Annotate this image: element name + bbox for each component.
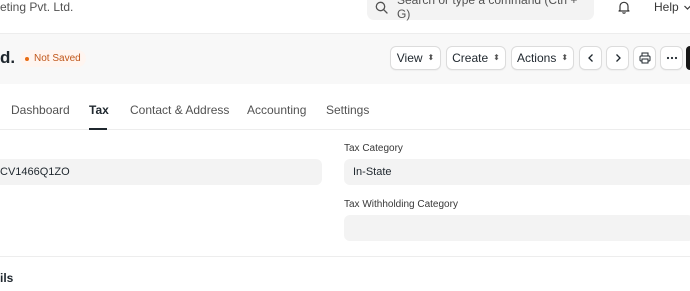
chevron-left-icon xyxy=(587,54,593,62)
next-document-button[interactable] xyxy=(606,46,629,70)
breadcrumb[interactable]: eting Pvt. Ltd. xyxy=(0,0,73,14)
bell-icon xyxy=(618,1,630,14)
sort-caret-icon: ⬍ xyxy=(427,53,435,62)
status-label: Not Saved xyxy=(34,53,81,64)
top-navbar: eting Pvt. Ltd. Search or type a command… xyxy=(0,0,690,34)
active-tab-indicator xyxy=(89,128,107,130)
status-badge: Not Saved xyxy=(20,50,86,67)
section-divider xyxy=(0,256,690,257)
actions-button[interactable]: Actions ⬍ xyxy=(511,46,574,70)
tax-id-field[interactable]: CV1466Q1ZO xyxy=(0,159,322,185)
tab-contact-address[interactable]: Contact & Address xyxy=(130,103,229,117)
tax-category-label: Tax Category xyxy=(344,143,403,154)
tax-withholding-category-label: Tax Withholding Category xyxy=(344,199,458,210)
view-button-label: View xyxy=(396,51,423,65)
tab-tax[interactable]: Tax xyxy=(89,103,109,117)
search-icon xyxy=(375,1,388,14)
section-title: ils xyxy=(0,271,14,285)
previous-document-button[interactable] xyxy=(579,46,602,70)
create-button[interactable]: Create ⬍ xyxy=(446,46,506,70)
tab-dashboard[interactable]: Dashboard xyxy=(11,103,70,117)
create-button-label: Create xyxy=(452,51,489,65)
tab-settings[interactable]: Settings xyxy=(326,103,369,117)
tab-accounting[interactable]: Accounting xyxy=(247,103,306,117)
help-dropdown[interactable]: Help xyxy=(654,0,690,14)
chevron-down-icon xyxy=(683,5,690,10)
page-title: d. xyxy=(0,48,16,67)
tax-withholding-category-field[interactable] xyxy=(344,215,690,241)
save-button[interactable] xyxy=(686,46,690,70)
ellipsis-icon xyxy=(666,56,677,60)
awesomebar-search[interactable]: Search or type a command (Ctrl + G) xyxy=(367,0,594,21)
tax-category-field[interactable]: In-State xyxy=(344,159,690,185)
chevron-right-icon xyxy=(615,54,621,62)
help-label: Help xyxy=(654,0,679,14)
more-menu-button[interactable] xyxy=(660,46,683,70)
sort-caret-icon: ⬍ xyxy=(493,53,500,62)
status-dot xyxy=(25,56,29,61)
sort-caret-icon: ⬍ xyxy=(561,53,569,62)
view-button[interactable]: View ⬍ xyxy=(390,46,441,70)
search-placeholder: Search or type a command (Ctrl + G) xyxy=(397,0,578,21)
printer-icon xyxy=(639,52,650,64)
actions-button-label: Actions xyxy=(516,51,557,65)
notifications-bell-button[interactable] xyxy=(617,0,631,19)
print-button[interactable] xyxy=(633,46,656,70)
